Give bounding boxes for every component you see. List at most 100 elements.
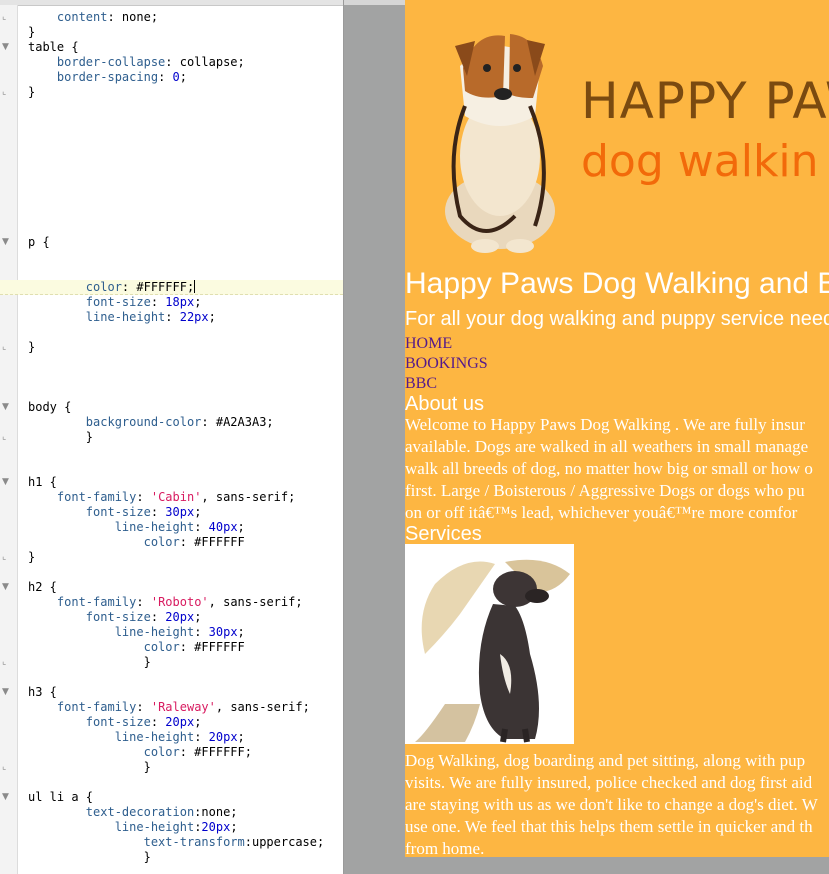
code-line[interactable]: } — [0, 850, 343, 865]
code-text: font-family: 'Cabin', sans-serif; — [56, 490, 296, 504]
fold-end-icon: ⌞ — [2, 657, 7, 667]
page-subtitle: For all your dog walking and puppy servi… — [405, 308, 829, 330]
code-text: line-height: 40px; — [114, 520, 245, 534]
code-line[interactable]: ▼ h2 { — [0, 580, 343, 595]
main-nav: HOME BOOKINGS BBC — [405, 334, 488, 394]
code-line[interactable]: ▼ body { — [0, 400, 343, 415]
nav-link-bookings[interactable]: BOOKINGS — [405, 355, 488, 372]
code-line[interactable]: ▼ p { — [0, 235, 343, 250]
code-text: color: #FFFFFF — [143, 535, 245, 549]
code-line[interactable]: ⌞ content: none; — [0, 10, 343, 25]
code-text: table { — [28, 40, 79, 54]
css-editor[interactable]: ⌞ content: none;} ▼ table { border-collaps… — [0, 0, 344, 874]
code-text: text-transform:uppercase; — [143, 835, 325, 849]
fold-toggle-icon[interactable]: ▼ — [2, 790, 14, 805]
services-line: from home. — [405, 839, 485, 857]
code-text: } — [28, 25, 36, 39]
code-text: h2 { — [28, 580, 57, 594]
code-text: background-color: #A2A3A3; — [85, 415, 274, 429]
code-text: border-spacing: 0; — [56, 70, 187, 84]
fold-end-icon: ⌞ — [2, 87, 7, 97]
services-paragraph: Dog Walking, dog boarding and pet sittin… — [405, 750, 829, 857]
fold-toggle-icon[interactable]: ▼ — [2, 40, 14, 55]
code-line[interactable]: ⌞} — [0, 550, 343, 565]
about-heading: About us — [405, 393, 484, 415]
fold-toggle-icon[interactable]: ▼ — [2, 685, 14, 700]
code-line[interactable]: line-height: 22px; — [0, 310, 343, 325]
code-line[interactable]: line-height: 30px; — [0, 625, 343, 640]
services-heading: Services — [405, 523, 482, 545]
editor-tab-strip[interactable] — [0, 0, 343, 6]
code-line[interactable]: font-family: 'Cabin', sans-serif; — [0, 490, 343, 505]
code-text: color: #FFFFFF; — [85, 280, 196, 294]
services-line: Dog Walking, dog boarding and pet sittin… — [405, 751, 806, 770]
code-line[interactable]: font-size: 20px; — [0, 715, 343, 730]
code-line[interactable]: line-height:20px; — [0, 820, 343, 835]
about-line: on or off itâ€™s lead, whichever youâ€™r… — [405, 503, 798, 522]
code-line[interactable]: ▼ h3 { — [0, 685, 343, 700]
code-line[interactable]: ⌞ } — [0, 430, 343, 445]
page-title: Happy Paws Dog Walking and Boa — [405, 267, 829, 300]
fold-end-icon: ⌞ — [2, 342, 7, 352]
code-line[interactable]: text-decoration:none; — [0, 805, 343, 820]
nav-link-home[interactable]: HOME — [405, 335, 452, 352]
fold-end-icon: ⌞ — [2, 552, 7, 562]
fold-toggle-icon[interactable]: ▼ — [2, 475, 14, 490]
code-line[interactable]: line-height: 40px; — [0, 520, 343, 535]
logo-banner: HAPPY PAW dog walkin — [405, 6, 829, 258]
code-line[interactable]: font-size: 30px; — [0, 505, 343, 520]
code-text: font-size: 20px; — [85, 715, 202, 729]
code-text: font-size: 18px; — [85, 295, 202, 309]
about-line: walk all breeds of dog, no matter how bi… — [405, 459, 813, 478]
code-line[interactable]: ▼ table { — [0, 40, 343, 55]
code-text: color: #FFFFFF — [143, 640, 245, 654]
code-line[interactable]: font-size: 18px; — [0, 295, 343, 310]
code-line[interactable]: font-size: 20px; — [0, 610, 343, 625]
code-line[interactable]: color: #FFFFFF — [0, 640, 343, 655]
logo-subtitle-text: dog walkin — [581, 136, 819, 187]
code-text: font-family: 'Raleway', sans-serif; — [56, 700, 310, 714]
code-text: h1 { — [28, 475, 57, 489]
code-line[interactable]: ⌞} — [0, 85, 343, 100]
fold-toggle-icon[interactable]: ▼ — [2, 400, 14, 415]
fold-end-icon: ⌞ — [2, 432, 7, 442]
code-line[interactable]: ▼ h1 { — [0, 475, 343, 490]
code-text: } — [28, 430, 94, 444]
code-line[interactable]: color: #FFFFFF; — [0, 745, 343, 760]
code-line[interactable]: font-family: 'Raleway', sans-serif; — [0, 700, 343, 715]
code-text: h3 { — [28, 685, 57, 699]
code-line[interactable]: ⌞ } — [0, 655, 343, 670]
nav-item-bbc: BBC — [405, 374, 488, 394]
about-line: first. Large / Boisterous / Aggressive D… — [405, 481, 805, 500]
code-line[interactable]: color: #FFFFFF — [0, 535, 343, 550]
services-line: visits. We are fully insured, police che… — [405, 773, 813, 792]
code-line[interactable]: } — [0, 25, 343, 40]
code-text: font-size: 30px; — [85, 505, 202, 519]
code-line[interactable]: ⌞} — [0, 340, 343, 355]
code-line[interactable]: font-family: 'Roboto', sans-serif; — [0, 595, 343, 610]
code-line[interactable]: text-transform:uppercase; — [0, 835, 343, 850]
nav-link-bbc[interactable]: BBC — [405, 375, 437, 392]
code-text: color: #FFFFFF; — [143, 745, 252, 759]
code-line[interactable]: ⌞ } — [0, 760, 343, 775]
browser-viewport[interactable]: AppleiCloudFacebookTwitterWikipediaYahoo… — [344, 0, 829, 874]
code-text: line-height: 22px; — [85, 310, 216, 324]
fold-toggle-icon[interactable]: ▼ — [2, 235, 14, 250]
about-line: Welcome to Happy Paws Dog Walking . We a… — [405, 415, 805, 434]
code-line[interactable]: border-collapse: collapse; — [0, 55, 343, 70]
code-text: } — [28, 550, 36, 564]
code-text: text-decoration:none; — [85, 805, 238, 819]
dog-with-leash-image — [445, 34, 555, 253]
code-line[interactable]: border-spacing: 0; — [0, 70, 343, 85]
code-line[interactable]: line-height: 20px; — [0, 730, 343, 745]
code-text: } — [28, 655, 151, 669]
services-line: use one. We feel that this helps them se… — [405, 817, 813, 836]
code-text: border-collapse: collapse; — [56, 55, 245, 69]
code-text: } — [28, 850, 151, 864]
code-line[interactable]: ▼ ul li a { — [0, 790, 343, 805]
code-line[interactable]: background-color: #A2A3A3; — [0, 415, 343, 430]
fold-toggle-icon[interactable]: ▼ — [2, 580, 14, 595]
services-line: are staying with us as we don't like to … — [405, 795, 818, 814]
code-line[interactable]: color: #FFFFFF; — [0, 280, 343, 295]
code-text: ul li a { — [28, 790, 94, 804]
